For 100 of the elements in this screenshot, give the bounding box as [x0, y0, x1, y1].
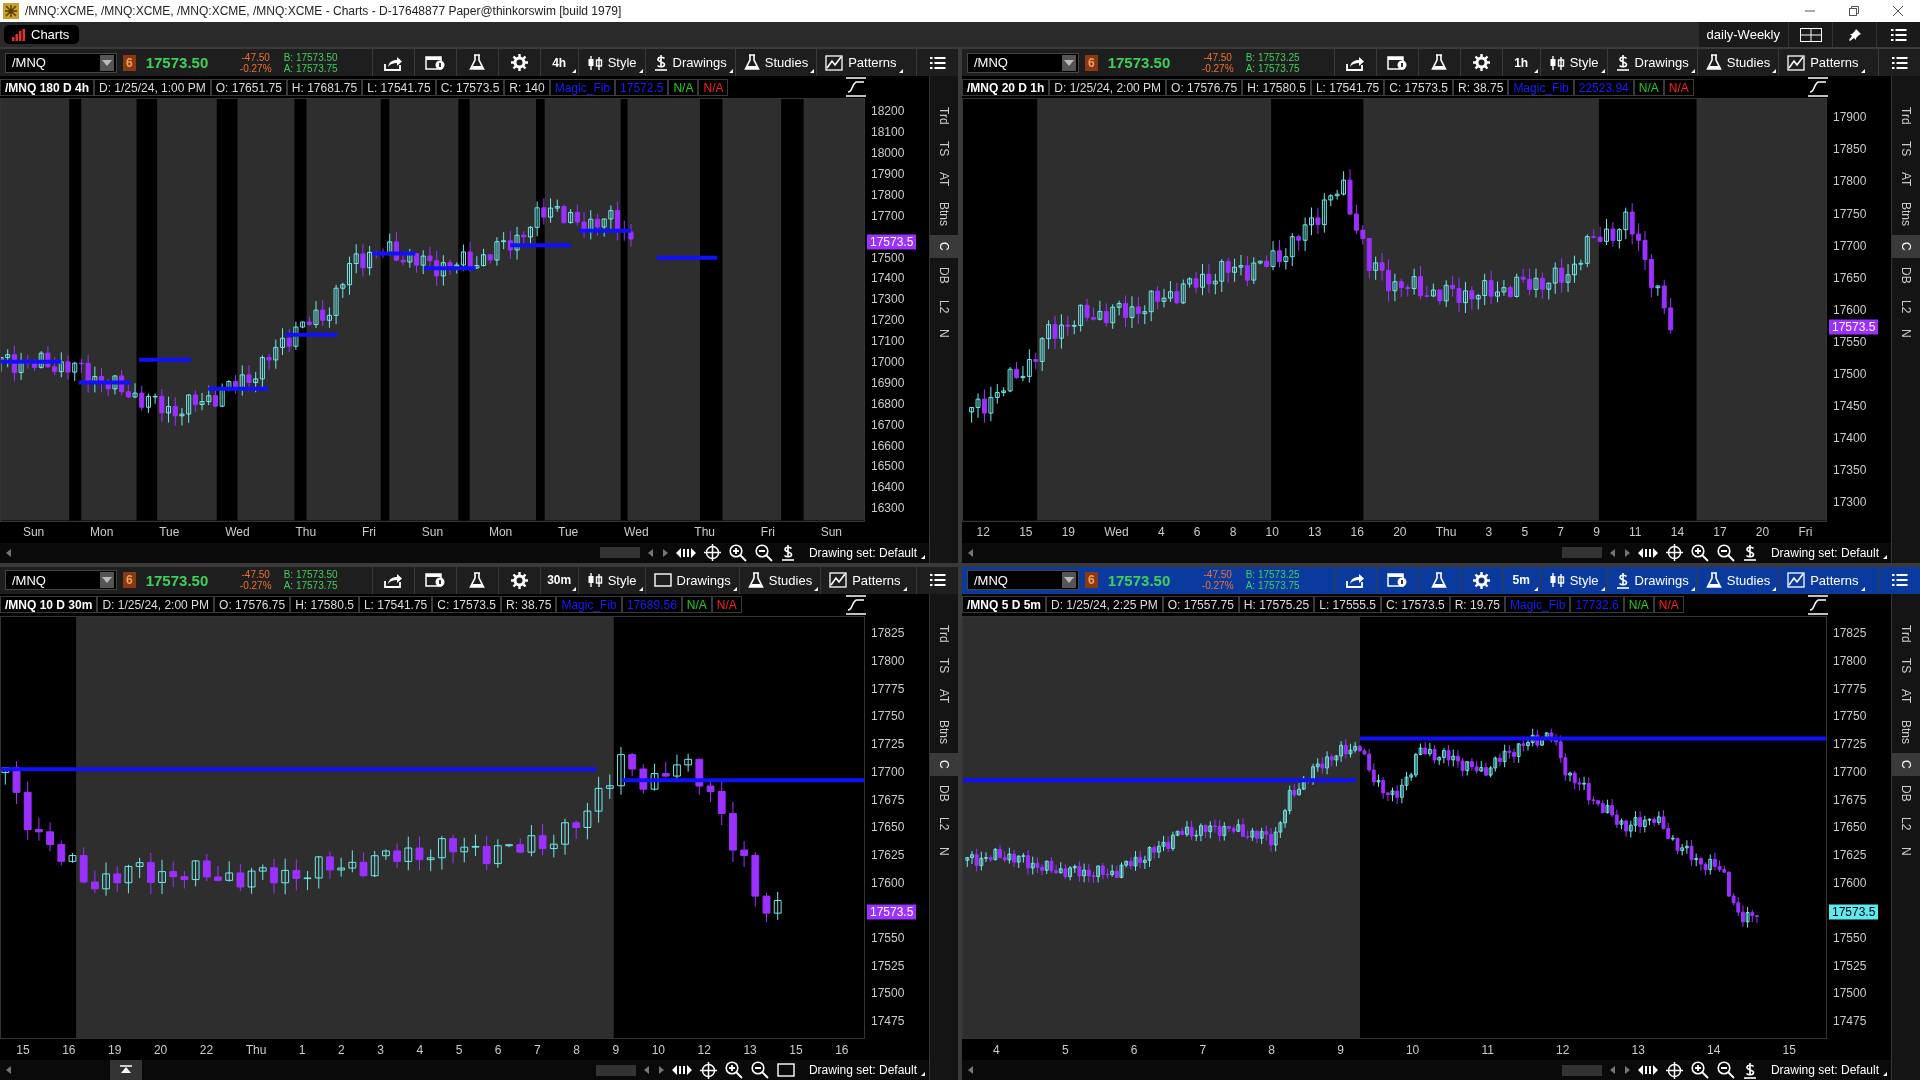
time-label: 15 — [1019, 525, 1033, 539]
time-label: 11 — [1629, 525, 1642, 539]
percent-change: -0.27% — [1200, 580, 1235, 591]
study-value: 17689.56 — [621, 596, 682, 613]
bid-price: B: 17573.50 — [283, 51, 339, 63]
time-label: 3 — [377, 1042, 384, 1057]
price-label: 16900 — [871, 375, 905, 390]
net-change: -47.50 — [1202, 51, 1233, 63]
time-label: Tue — [159, 525, 180, 539]
link-badge[interactable]: 6 — [123, 54, 136, 71]
price-label: 17300 — [1833, 495, 1867, 510]
time-label: 4 — [993, 1042, 1000, 1057]
net-change: -47.50 — [240, 569, 271, 580]
price-label: 17825 — [1833, 626, 1867, 641]
ask-price: A: 17573.75 — [283, 62, 339, 74]
price-label: 17825 — [871, 626, 905, 641]
symbol-field[interactable]: /MNQ — [5, 570, 117, 590]
price-label: 16800 — [871, 396, 905, 411]
symbol-field[interactable]: /MNQ — [5, 52, 117, 73]
price-label: 17550 — [1833, 931, 1867, 945]
price-label: 17500 — [1833, 986, 1867, 1001]
aggregation-button[interactable]: 30m — [539, 566, 578, 594]
link-badge[interactable]: 6 — [1085, 572, 1098, 588]
symbol-field[interactable]: /MNQ — [967, 52, 1079, 73]
price-label: 17800 — [871, 654, 905, 669]
side-tab[interactable]: C — [1892, 752, 1920, 776]
time-label: Thu — [1435, 525, 1457, 539]
time-label: 16 — [835, 1042, 849, 1057]
time-label: 6 — [1130, 1042, 1138, 1057]
side-tab[interactable]: C — [930, 235, 958, 259]
time-label: Thu — [694, 525, 716, 539]
toolbar-button[interactable]: Style — [577, 566, 645, 594]
time-label: 19 — [1061, 525, 1076, 539]
time-label: Wed — [225, 525, 250, 539]
time-label: Fri — [760, 525, 775, 539]
time-label: 11 — [1481, 1042, 1494, 1057]
study-value: N/A — [698, 78, 729, 96]
bar-value: D: 1/25/24, 2:00 PM — [1049, 78, 1167, 96]
price-label: 17450 — [1833, 399, 1867, 413]
price-label: 17650 — [871, 820, 905, 835]
price-label: 17700 — [871, 208, 905, 223]
bar-value: R: 19.75 — [1449, 596, 1505, 613]
study-value: N/A — [1623, 596, 1654, 613]
time-label: 4 — [1157, 525, 1165, 539]
time-label: 8 — [1229, 525, 1237, 539]
price-label: 17300 — [871, 292, 905, 307]
time-label: Sun — [22, 525, 45, 539]
price-label: 17550 — [871, 931, 905, 945]
price-label: 17200 — [871, 313, 905, 328]
price-label: 16300 — [871, 501, 905, 516]
time-label: Fri — [1798, 525, 1813, 539]
time-label: 5 — [455, 1042, 463, 1057]
time-label: 13 — [1308, 525, 1322, 539]
toolbar-button[interactable]: Studies — [738, 566, 821, 594]
price-label: 17500 — [871, 250, 905, 265]
price-label: 18000 — [871, 146, 905, 160]
toolbar-button[interactable]: Patterns — [1778, 566, 1867, 594]
drawing-set-menu[interactable]: Drawing set: Default — [802, 544, 925, 561]
price-label: 17675 — [871, 792, 905, 807]
link-badge[interactable]: 6 — [123, 572, 136, 588]
link-badge[interactable]: 6 — [1085, 54, 1098, 71]
time-label: 7 — [534, 1042, 541, 1057]
last-price: 17573.50 — [145, 571, 210, 589]
time-label: 10 — [1405, 1042, 1420, 1057]
time-label: 15 — [789, 1042, 803, 1057]
study-name: Magic_Fib — [556, 596, 622, 613]
chart-title: /MNQ 5 D 5m — [962, 596, 1046, 613]
symbol-field[interactable]: /MNQ — [967, 570, 1079, 590]
toolbar-button[interactable]: Drawings — [1606, 566, 1697, 594]
ask-price: A: 17573.75 — [283, 580, 339, 591]
aggregation-button[interactable]: 5m — [1501, 566, 1540, 594]
bar-value: R: 140 — [504, 78, 550, 96]
bid-price: B: 17573.25 — [1245, 569, 1301, 580]
price-label: 17800 — [1833, 174, 1867, 189]
toolbar-button[interactable]: Drawings — [644, 566, 739, 594]
study-value: N/A — [711, 596, 742, 613]
side-tab[interactable]: C — [1892, 235, 1920, 259]
toolbar-button[interactable]: Studies — [1696, 566, 1779, 594]
time-label: 12 — [976, 525, 990, 539]
time-label: Mon — [90, 525, 114, 539]
price-label: 17725 — [871, 737, 905, 752]
study-value: N/A — [668, 78, 699, 96]
time-label: 19 — [108, 1042, 122, 1057]
price-label: 17500 — [871, 986, 905, 1001]
charts-tab[interactable]: Charts — [4, 25, 80, 44]
price-label: 17700 — [1833, 764, 1867, 779]
drawing-set-menu[interactable]: Drawing set: Default — [1764, 544, 1887, 561]
price-label: 17800 — [1833, 654, 1867, 669]
toolbar-button[interactable]: Patterns — [820, 566, 909, 594]
price-label: 17000 — [871, 355, 905, 369]
drawing-set-menu[interactable]: Drawing set: Default — [802, 1062, 925, 1078]
ask-price: A: 17573.75 — [1245, 580, 1301, 591]
study-value: 17572.5 — [615, 78, 669, 96]
toolbar-button[interactable]: Style — [1539, 566, 1607, 594]
bar-value: C: 17573.5 — [432, 596, 501, 613]
drawing-set-menu[interactable]: Drawing set: Default — [1764, 1062, 1887, 1078]
side-tab[interactable]: C — [930, 752, 958, 776]
percent-change: -0.27% — [1200, 62, 1235, 74]
price-label: 16600 — [871, 438, 905, 453]
layout-name[interactable]: daily-Weekly — [1698, 22, 1788, 47]
